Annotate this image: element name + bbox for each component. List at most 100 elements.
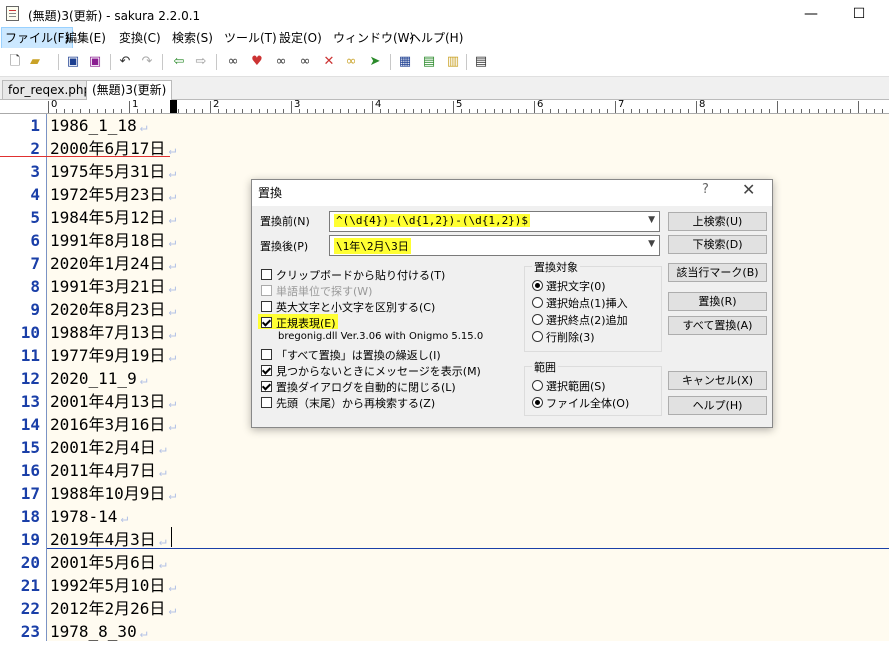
help-button[interactable]: ヘルプ(H) [668, 396, 767, 415]
line-text[interactable]: 2020_11_9 ↵ [50, 367, 148, 392]
new-file-icon[interactable]: 🗋 [6, 53, 24, 71]
grep-icon[interactable]: ∞ [342, 53, 360, 71]
find-mark-icon[interactable]: ✕ [320, 53, 338, 71]
line-text[interactable]: 1991年3月21日 ↵ [50, 275, 176, 300]
editor-line[interactable]: 15 2001年2月4日 ↵ [0, 436, 889, 459]
line-text[interactable]: 2020年1月24日 ↵ [50, 252, 176, 277]
line-text[interactable]: 1988年7月13日 ↵ [50, 321, 176, 346]
menu-search[interactable]: 検索(S) [169, 28, 216, 48]
line-number: 17 [20, 484, 40, 503]
ruler-tick [64, 109, 66, 113]
line-text[interactable]: 2011年4月7日 ↵ [50, 459, 167, 484]
find-input[interactable]: ^(\d{4})-(\d{1,2})-(\d{1,2})$ ▼ [329, 211, 660, 232]
open-file-icon[interactable]: ▰ [26, 53, 44, 71]
editor-line[interactable]: 20 2001年5月6日 ↵ [0, 551, 889, 574]
line-number: 3 [30, 162, 40, 181]
line-text[interactable]: 2012年2月26日 ↵ [50, 597, 176, 622]
minimize-button[interactable]: — [788, 0, 834, 28]
maximize-button[interactable]: ☐ [836, 0, 882, 28]
line-text[interactable]: 1988年10月9日 ↵ [50, 482, 176, 507]
menu-window[interactable]: ウィンドウ(W) [330, 28, 417, 48]
help-icon[interactable]: ? [702, 182, 709, 197]
line-text[interactable]: 2001年5月6日 ↵ [50, 551, 167, 576]
mark-lines-button[interactable]: 該当行マーク(B) [668, 263, 767, 282]
replace-icon[interactable]: ∞ [296, 53, 314, 71]
case-checkbox[interactable] [261, 301, 272, 312]
target-radio-delete[interactable] [532, 331, 543, 342]
cancel-button[interactable]: キャンセル(X) [668, 371, 767, 390]
line-text[interactable]: 2016年3月16日 ↵ [50, 413, 176, 438]
menu-settings[interactable]: 設定(O) [276, 28, 325, 48]
clipboard-checkbox[interactable] [261, 269, 272, 280]
search-down-button[interactable]: 下検索(D) [668, 235, 767, 254]
newline-mark-icon: ↵ [168, 304, 177, 319]
notfound-checkbox[interactable] [261, 365, 272, 376]
editor-line[interactable]: 18 1978-14 ↵ [0, 505, 889, 528]
tab-untitled-3[interactable]: (無題)3(更新) [86, 80, 173, 100]
line-number: 6 [30, 231, 40, 250]
range-radio-selection[interactable] [532, 380, 543, 391]
redo-icon[interactable]: ↷ [138, 53, 156, 71]
replace-all-button[interactable]: すべて置換(A) [668, 316, 767, 335]
menu-edit[interactable]: 編集(E) [62, 28, 109, 48]
regex-checkbox[interactable] [261, 317, 272, 328]
line-text[interactable]: 1986_1_18 ↵ [50, 114, 148, 139]
line-text[interactable]: 1975年5月31日 ↵ [50, 160, 176, 185]
search-next-icon[interactable]: ∞ [272, 53, 290, 71]
outline-icon[interactable]: ➤ [366, 53, 384, 71]
target-radio-start[interactable] [532, 297, 543, 308]
save-icon[interactable]: ▣ [64, 53, 82, 71]
menu-convert[interactable]: 変換(C) [116, 28, 164, 48]
undo-icon[interactable]: ↶ [116, 53, 134, 71]
target-radio-selection[interactable] [532, 280, 543, 291]
line-text[interactable]: 2020年8月23日 ↵ [50, 298, 176, 323]
jump-back-icon[interactable]: ⇦ [170, 53, 188, 71]
line-text[interactable]: 2000年6月17日 ↵ [50, 137, 176, 162]
ruler-tick [226, 109, 228, 113]
replace-button[interactable]: 置換(R) [668, 292, 767, 311]
replace-input[interactable]: \1年\2月\3日 ▼ [329, 235, 660, 256]
line-text[interactable]: 1978-14 ↵ [50, 505, 128, 530]
range-radio-file[interactable] [532, 397, 543, 408]
word-checkbox[interactable] [261, 285, 272, 296]
save-all-icon[interactable]: ▣ [86, 53, 104, 71]
target-radio-end[interactable] [532, 314, 543, 325]
wrap-checkbox[interactable] [261, 397, 272, 408]
line-text[interactable]: 1992年5月10日 ↵ [50, 574, 176, 599]
grep-replace-icon[interactable]: ▤ [420, 53, 438, 71]
chevron-down-icon[interactable]: ▼ [648, 239, 655, 249]
close-icon[interactable]: ✕ [742, 180, 755, 199]
line-text[interactable]: 2019年4月3日 ↵ [50, 528, 167, 553]
editor-line[interactable]: 22 2012年2月26日 ↵ [0, 597, 889, 620]
menu-tools[interactable]: ツール(T) [221, 28, 280, 48]
editor-line[interactable]: 23 1978_8_30 ↵ [0, 620, 889, 643]
line-text[interactable]: 2001年4月13日 ↵ [50, 390, 176, 415]
search-up-button[interactable]: 上検索(U) [668, 212, 767, 231]
line-text[interactable]: 1972年5月23日 ↵ [50, 183, 176, 208]
editor-line[interactable]: 21 1992年5月10日 ↵ [0, 574, 889, 597]
line-content: 1978-14 [50, 507, 118, 526]
line-text[interactable]: 1977年9月19日 ↵ [50, 344, 176, 369]
repeat-checkbox[interactable] [261, 349, 272, 360]
line-text[interactable]: 2001年2月4日 ↵ [50, 436, 167, 461]
tab-for-reqex[interactable]: for_reqex.php [2, 80, 98, 99]
editor-line[interactable]: 17 1988年10月9日 ↵ [0, 482, 889, 505]
chevron-down-icon[interactable]: ▼ [648, 215, 655, 225]
compare-icon[interactable]: ▦ [396, 53, 414, 71]
editor-line[interactable]: 16 2011年4月7日 ↵ [0, 459, 889, 482]
search-icon[interactable]: ∞ [224, 53, 242, 71]
menu-help[interactable]: ヘルプ(H) [406, 28, 466, 48]
autoclose-checkbox[interactable] [261, 381, 272, 392]
ruler-tick [347, 109, 349, 113]
line-text[interactable]: 1978_8_30 ↵ [50, 620, 148, 645]
ruler-tick [501, 109, 503, 113]
ruler-tick [525, 109, 527, 113]
list-icon[interactable]: ▤ [472, 53, 490, 71]
search-prev-icon[interactable]: ♥ [248, 53, 266, 71]
line-text[interactable]: 1991年8月18日 ↵ [50, 229, 176, 254]
jump-forward-icon[interactable]: ⇨ [192, 53, 210, 71]
line-text[interactable]: 1984年5月12日 ↵ [50, 206, 176, 231]
ruler-tick [841, 109, 843, 113]
settings-icon[interactable]: ▥ [444, 53, 462, 71]
editor-line[interactable]: 1 1986_1_18 ↵ [0, 114, 889, 137]
